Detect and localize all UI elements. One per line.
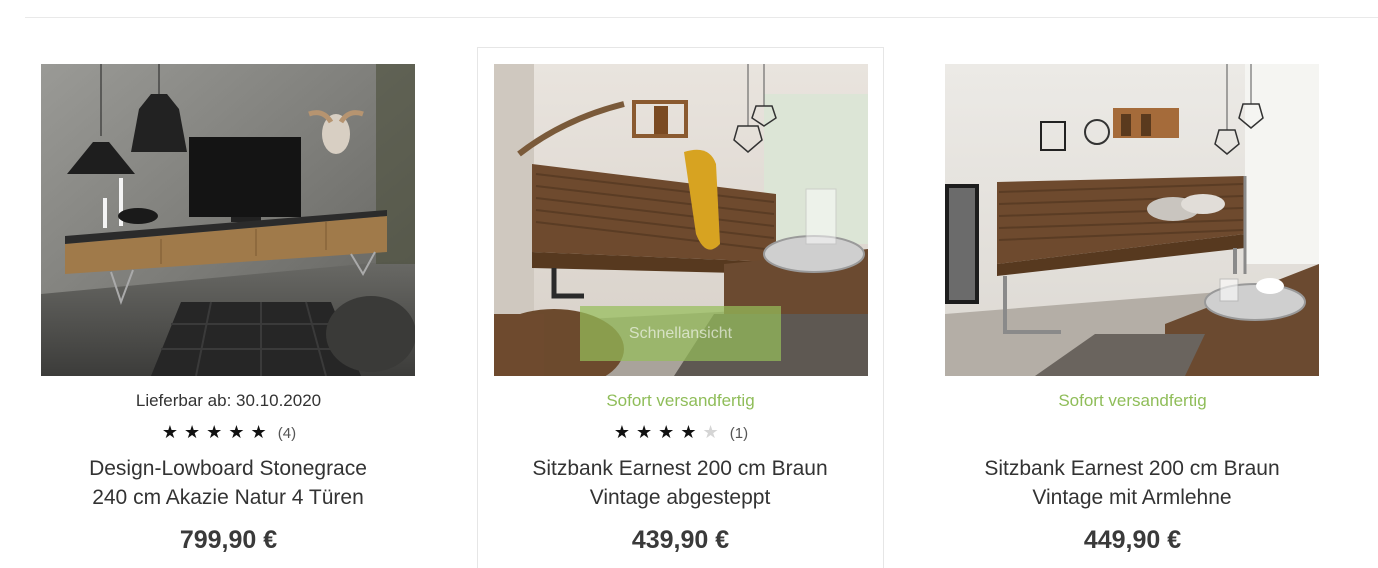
product-card-sitzbank-armlehne[interactable]: Sofort versandfertig Sitzbank Earnest 20… <box>929 47 1336 568</box>
product-image-lowboard[interactable] <box>41 64 415 376</box>
product-title-line1[interactable]: Design-Lowboard Stonegrace <box>89 457 367 480</box>
delivery-status: Sofort versandfertig <box>1058 391 1207 410</box>
product-title-line2[interactable]: Vintage abgesteppt <box>590 486 771 509</box>
product-price: 449,90 € <box>1083 526 1182 554</box>
product-image-sitzbank-armlehne[interactable] <box>945 64 1319 376</box>
star-icon: ★ <box>613 422 630 442</box>
star-empty-icon: ★ <box>702 422 719 442</box>
delivery-status: Sofort versandfertig <box>606 391 755 410</box>
star-icon: ★ <box>183 422 201 442</box>
review-count[interactable]: (4) <box>278 425 296 442</box>
star-icon: ★ <box>228 422 245 442</box>
quickview-button[interactable]: Schnellansicht <box>580 306 781 361</box>
top-divider <box>25 17 1378 18</box>
product-title[interactable]: Sitzbank Earnest 200 cm Braun Vintage ab… <box>495 454 865 512</box>
product-price: 799,90 € <box>179 526 278 554</box>
review-count[interactable]: (1) <box>730 425 748 442</box>
product-card-sitzbank-abgesteppt[interactable]: Schnellansicht Sofort versandfertig ★ ★ … <box>477 47 884 568</box>
star-icon: ★ <box>206 422 223 442</box>
product-title-line2[interactable]: Vintage mit Armlehne <box>1032 486 1231 509</box>
product-title-line1[interactable]: Sitzbank Earnest 200 cm Braun <box>532 457 827 480</box>
star-icon: ★ <box>635 422 653 442</box>
star-icon: ★ <box>658 422 675 442</box>
rating: ★ ★ ★ ★ ★ (1) <box>478 421 883 443</box>
product-title[interactable]: Sitzbank Earnest 200 cm Braun Vintage mi… <box>947 454 1317 512</box>
delivery-status: Lieferbar ab: 30.10.2020 <box>135 391 322 410</box>
star-icon: ★ <box>250 422 267 442</box>
rating: ★ ★ ★ ★ ★ (4) <box>25 421 432 443</box>
star-icon: ★ <box>680 422 697 442</box>
product-title[interactable]: Design-Lowboard Stonegrace 240 cm Akazie… <box>43 454 413 512</box>
product-price: 439,90 € <box>631 526 730 554</box>
product-title-line2[interactable]: 240 cm Akazie Natur 4 Türen <box>92 486 364 509</box>
product-title-line1[interactable]: Sitzbank Earnest 200 cm Braun <box>984 457 1279 480</box>
star-icon: ★ <box>161 422 178 442</box>
product-image-sitzbank-abgesteppt[interactable]: Schnellansicht <box>494 64 868 376</box>
product-card-lowboard[interactable]: Lieferbar ab: 30.10.2020 ★ ★ ★ ★ ★ (4) D… <box>25 47 432 568</box>
